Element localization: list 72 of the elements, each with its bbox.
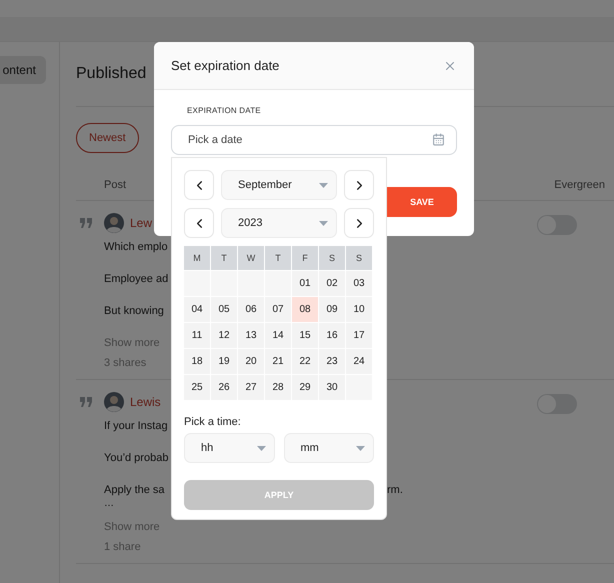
avatar xyxy=(104,392,124,412)
weekday-header: T xyxy=(265,246,291,270)
post-text: Apply the sa xyxy=(104,484,165,496)
post-text: But knowing xyxy=(104,305,164,317)
post-text: Which emplo xyxy=(104,241,168,253)
save-button[interactable]: SAVE xyxy=(387,187,457,217)
day-cell[interactable]: 06 xyxy=(238,297,264,322)
hour-select[interactable]: hh xyxy=(184,433,274,463)
day-cell[interactable]: 29 xyxy=(292,375,318,400)
day-cell[interactable]: 15 xyxy=(292,323,318,348)
dialog-title: Set expiration date xyxy=(171,58,280,73)
post-text: If your Instag xyxy=(104,420,168,432)
share-count: 1 share xyxy=(104,541,141,553)
column-header: Post xyxy=(104,178,126,190)
day-cell[interactable]: 01 xyxy=(292,271,318,296)
day-cell[interactable]: 20 xyxy=(238,349,264,374)
post-text: You’d probab xyxy=(104,452,168,464)
sidebar-item[interactable]: ontent xyxy=(0,56,46,84)
post-text: … xyxy=(104,498,115,509)
quote-icon xyxy=(80,218,92,228)
day-cell[interactable]: 11 xyxy=(184,323,210,348)
next-year-button[interactable] xyxy=(344,208,374,238)
weekday-header: F xyxy=(292,246,318,270)
month-select[interactable]: September xyxy=(221,170,337,200)
caret-icon xyxy=(319,182,328,188)
day-cell[interactable]: 03 xyxy=(346,271,372,296)
day-cell[interactable]: 26 xyxy=(211,375,237,400)
previous-year-button[interactable] xyxy=(184,208,214,238)
weekday-header: S xyxy=(346,246,372,270)
field-label: EXPIRATION DATE xyxy=(186,106,262,115)
caret-icon xyxy=(256,446,266,450)
next-month-button[interactable] xyxy=(344,170,374,200)
year-select[interactable]: 2023 xyxy=(221,208,337,238)
date-field[interactable]: Pick a date xyxy=(171,125,457,155)
day-cell[interactable]: 17 xyxy=(346,323,372,348)
post-text: rm. xyxy=(387,484,403,496)
day-cell[interactable]: 16 xyxy=(319,323,345,348)
day-cell[interactable]: 08 xyxy=(292,297,318,322)
day-cell[interactable]: 14 xyxy=(265,323,291,348)
day-cell[interactable]: 23 xyxy=(319,349,345,374)
time-label: Pick a time: xyxy=(184,416,242,428)
day-cell[interactable]: 07 xyxy=(265,297,291,322)
day-cell[interactable]: 22 xyxy=(292,349,318,374)
previous-month-button[interactable] xyxy=(184,170,214,200)
caret-icon xyxy=(319,220,328,226)
weekday-header: T xyxy=(211,246,237,270)
day-cell[interactable]: 02 xyxy=(319,271,345,296)
day-cell[interactable]: 12 xyxy=(211,323,237,348)
day-cell[interactable]: 28 xyxy=(265,375,291,400)
avatar xyxy=(104,213,124,233)
minute-select[interactable]: mm xyxy=(284,433,374,463)
column-header: Evergreen xyxy=(554,178,605,190)
day-cell[interactable]: 19 xyxy=(211,349,237,374)
day-cell[interactable]: 05 xyxy=(211,297,237,322)
day-cell[interactable]: 18 xyxy=(184,349,210,374)
day-cell[interactable]: 30 xyxy=(319,375,345,400)
weekday-header: M xyxy=(184,246,210,270)
day-cell[interactable]: 21 xyxy=(265,349,291,374)
post-text: Employee ad xyxy=(104,273,168,285)
quote-icon xyxy=(80,397,92,407)
day-cell[interactable]: 27 xyxy=(238,375,264,400)
share-count: 3 shares xyxy=(104,357,146,369)
caret-icon xyxy=(356,446,365,450)
day-cell[interactable]: 09 xyxy=(319,297,345,322)
weekday-header: S xyxy=(319,246,345,270)
calendar-icon xyxy=(432,133,445,146)
day-cell[interactable]: 04 xyxy=(184,297,210,322)
day-cell[interactable]: 25 xyxy=(184,375,210,400)
day-cell[interactable]: 10 xyxy=(346,297,372,322)
day-cell[interactable]: 13 xyxy=(238,323,264,348)
day-cell[interactable]: 24 xyxy=(346,349,372,374)
weekday-header: W xyxy=(238,246,264,270)
